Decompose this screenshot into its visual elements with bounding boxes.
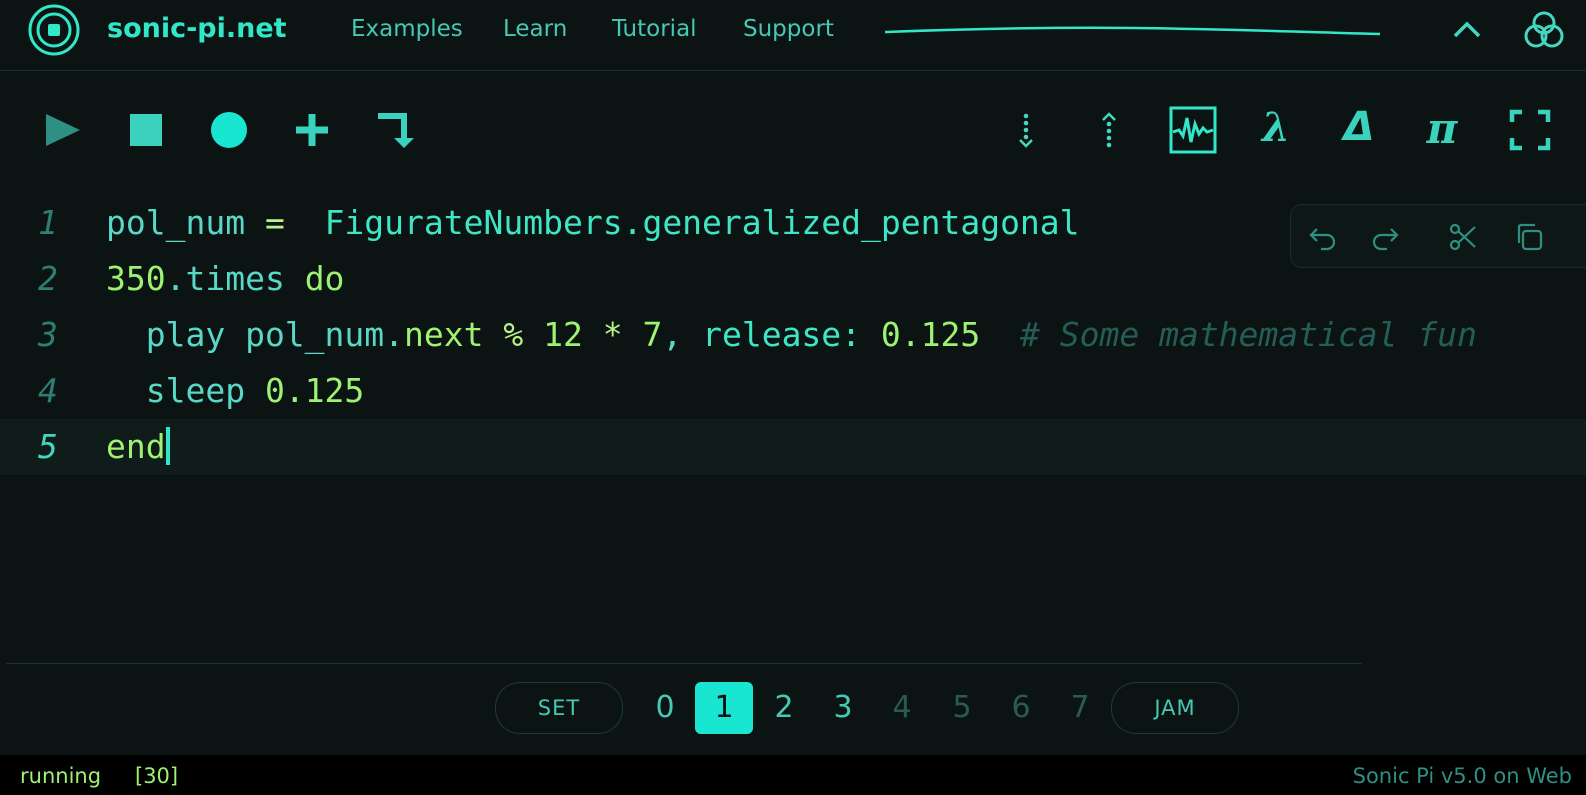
edit-toolbar — [1290, 204, 1586, 268]
code-token: .times — [165, 259, 305, 298]
sonic-pi-logo-icon[interactable] — [28, 4, 80, 56]
line-code: pol_num = FigurateNumbers.generalized_pe… — [106, 195, 1080, 251]
nav-examples-link[interactable]: Examples — [351, 16, 463, 42]
cut-icon[interactable] — [1447, 221, 1479, 253]
code-token: * — [582, 315, 643, 354]
line-code: 350.times do — [106, 251, 344, 307]
nav-support-link[interactable]: Support — [743, 16, 834, 42]
buffer-tab-3[interactable]: 3 — [814, 682, 872, 734]
audio-waveform-icon — [885, 26, 1380, 36]
code-token: sleep — [106, 371, 265, 410]
version-label: Sonic Pi v5.0 on Web — [1352, 764, 1572, 788]
code-token: 0.125 — [264, 371, 365, 410]
code-line[interactable]: 5 end — [0, 419, 1586, 475]
run-count: [30] — [135, 764, 179, 788]
code-token: end — [106, 427, 166, 466]
code-token: # Some mathematical fun — [1020, 315, 1477, 354]
code-line[interactable]: 3 play pol_num.next % 12 * 7, release: 0… — [0, 307, 1586, 363]
line-number: 2 — [38, 259, 58, 298]
pi-icon[interactable]: π — [1418, 104, 1466, 153]
nav-tutorial-link[interactable]: Tutorial — [612, 16, 697, 42]
code-token: FigurateNumbers.generalized_pentagonal — [324, 203, 1080, 242]
buffer-tab-0[interactable]: 0 — [636, 682, 694, 734]
code-token: do — [304, 259, 345, 298]
line-number: 3 — [38, 315, 58, 354]
line-number: 5 — [38, 427, 58, 466]
run-selection-icon[interactable] — [372, 106, 420, 154]
buffer-tab-1[interactable]: 1 — [695, 682, 753, 734]
buffer-tab-6[interactable]: 6 — [992, 682, 1050, 734]
site-brand-link[interactable]: sonic-pi.net — [107, 13, 287, 44]
delta-icon[interactable]: Δ — [1335, 104, 1383, 152]
buffer-tab-2[interactable]: 2 — [755, 682, 813, 734]
line-code: end — [106, 419, 170, 475]
lambda-icon[interactable]: λ — [1252, 104, 1300, 152]
record-icon[interactable] — [205, 106, 253, 154]
jam-button[interactable]: JAM — [1111, 682, 1239, 734]
copy-icon[interactable] — [1513, 221, 1545, 253]
play-icon[interactable] — [40, 106, 88, 154]
chevron-up-icon[interactable] — [1450, 16, 1484, 44]
scroll-up-icon[interactable] — [1085, 106, 1133, 154]
code-token: = — [245, 203, 325, 242]
code-token: play pol_num. — [106, 315, 405, 354]
nav-learn-link[interactable]: Learn — [503, 16, 567, 42]
undo-icon[interactable] — [1307, 221, 1339, 253]
redo-icon[interactable] — [1369, 221, 1401, 253]
line-code: play pol_num.next % 12 * 7, release: 0.1… — [106, 307, 1477, 363]
buffer-tab-4[interactable]: 4 — [873, 682, 931, 734]
buffer-tab-5[interactable]: 5 — [933, 682, 991, 734]
set-button[interactable]: SET — [495, 682, 623, 734]
status-bar: running [30] Sonic Pi v5.0 on Web — [0, 755, 1586, 795]
code-token: % — [483, 315, 544, 354]
code-line[interactable]: 4 sleep 0.125 — [0, 363, 1586, 419]
code-token: next — [404, 315, 484, 354]
fullscreen-icon[interactable] — [1506, 106, 1554, 154]
code-token: 0.125 — [880, 315, 981, 354]
code-token: , — [662, 315, 703, 354]
line-number: 1 — [38, 203, 58, 242]
run-state: running — [20, 764, 102, 788]
code-token: 12 — [543, 315, 583, 354]
top-nav-bar: sonic-pi.net Examples Learn Tutorial Sup… — [0, 0, 1586, 71]
code-token: 350 — [106, 259, 166, 298]
user-circles-icon[interactable] — [1522, 8, 1566, 52]
editor-divider — [6, 663, 1362, 664]
line-number: 4 — [38, 371, 58, 410]
scope-icon[interactable] — [1169, 106, 1217, 154]
code-token: pol_num — [106, 203, 246, 242]
line-code: sleep 0.125 — [106, 363, 365, 419]
stop-icon[interactable] — [122, 106, 170, 154]
code-token: 7 — [642, 315, 663, 354]
buffer-tab-7[interactable]: 7 — [1051, 682, 1109, 734]
text-cursor — [165, 427, 170, 465]
code-token: release: — [702, 315, 862, 354]
scroll-down-icon[interactable] — [1002, 106, 1050, 154]
new-buffer-icon[interactable] — [288, 106, 336, 154]
